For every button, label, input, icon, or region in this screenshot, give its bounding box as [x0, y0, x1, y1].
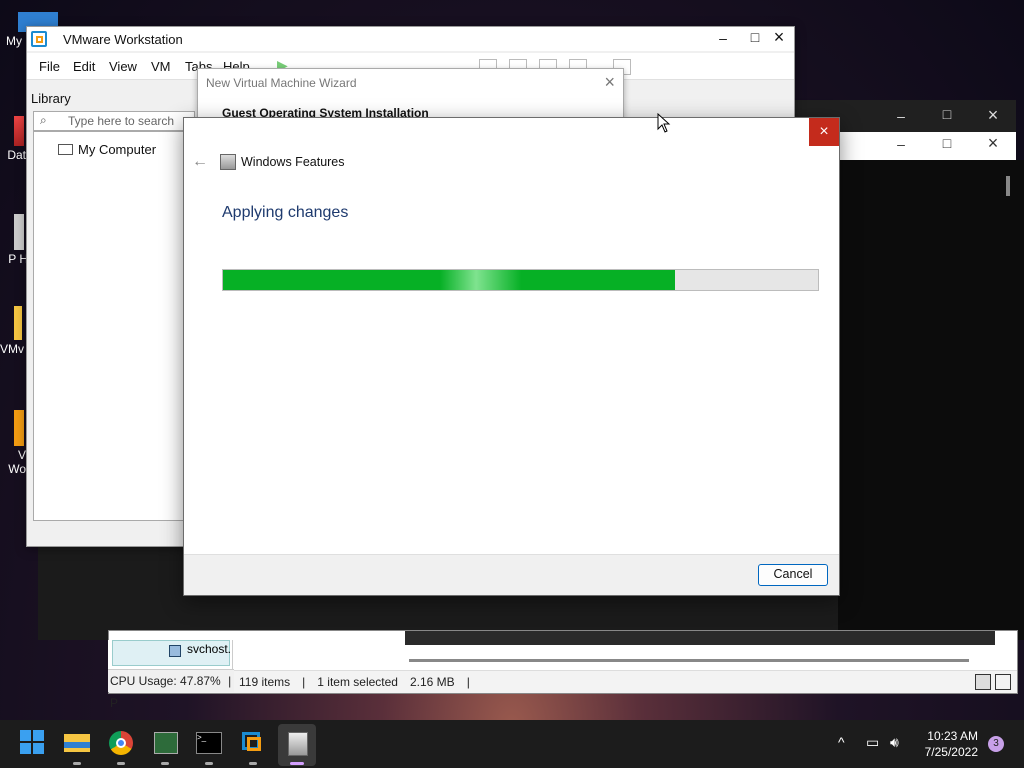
clock-time: 10:23 AM: [927, 729, 978, 743]
close-icon[interactable]: ×: [604, 72, 615, 93]
clock[interactable]: 10:23 AM 7/25/2022: [925, 728, 978, 760]
close-icon[interactable]: ×: [767, 27, 791, 48]
task-manager-window: svchost. CPU Usage: 47.87% | P: [108, 640, 234, 710]
network-icon[interactable]: ▭: [866, 734, 879, 751]
library-header: Library: [31, 91, 71, 106]
explorer-list-row[interactable]: [405, 631, 995, 645]
cpu-usage: CPU Usage: 47.87% | P: [108, 669, 234, 710]
notification-badge[interactable]: 3: [988, 736, 1004, 752]
windows-features-dialog: × ← Windows Features Applying changes Ca…: [183, 117, 840, 596]
menu-file[interactable]: File: [39, 59, 60, 74]
cancel-button[interactable]: Cancel: [758, 564, 828, 586]
computer-icon: [58, 144, 73, 155]
volume-icon[interactable]: 🔊︎: [890, 734, 899, 751]
taskbar: >_ ^ ▭ 🔊︎ 10:23 AM 7/25/2022 3: [0, 720, 1024, 768]
task-manager-icon[interactable]: [152, 730, 178, 765]
dialog-title: Windows Features: [241, 155, 345, 169]
status-divider: |: [302, 675, 306, 689]
explorer-status-bar: 119 items | 1 item selected 2.16 MB |: [109, 670, 1017, 693]
file-explorer-window: 119 items | 1 item selected 2.16 MB |: [108, 630, 1018, 694]
library-tree: My Computer: [33, 131, 195, 521]
terminal-content[interactable]: [838, 160, 1024, 640]
clock-date: 7/25/2022: [924, 745, 978, 759]
task-manager-extra: P: [110, 696, 119, 710]
chrome-icon[interactable]: [108, 730, 134, 765]
close-icon[interactable]: ×: [970, 133, 1016, 154]
data-icon: [14, 116, 24, 146]
vmware-icon[interactable]: [240, 730, 266, 765]
dialog-footer: Cancel: [184, 554, 839, 595]
secondary-titlebar: – □ ×: [838, 132, 1016, 160]
file-explorer-icon[interactable]: [64, 730, 90, 765]
progress-bar-fill: [223, 270, 676, 290]
shortcut-icon: [14, 214, 24, 250]
vmware-title: VMware Workstation: [63, 32, 183, 47]
maximize-icon[interactable]: □: [743, 29, 767, 45]
tree-item-my-computer[interactable]: My Computer: [78, 142, 156, 157]
explorer-scrollbar[interactable]: [409, 659, 969, 662]
wizard-title: New Virtual Machine Wizard: [206, 76, 357, 90]
mouse-cursor-icon: [657, 113, 671, 133]
folder-icon: [14, 306, 22, 340]
search-placeholder: Type here to search: [68, 114, 175, 128]
desktop-icon-label: VMv: [0, 342, 24, 356]
chevron-up-icon[interactable]: ^: [838, 734, 845, 750]
vmware-icon: [14, 410, 24, 446]
status-selected: 1 item selected: [317, 675, 398, 689]
tiles-view-icon[interactable]: [995, 674, 1011, 690]
status-divider: |: [466, 675, 470, 689]
terminal-icon[interactable]: >_: [196, 730, 222, 765]
scrollbar[interactable]: [1006, 176, 1010, 196]
vmware-titlebar: VMware Workstation – □ ×: [27, 27, 794, 51]
status-size: 2.16 MB: [409, 675, 455, 689]
minimize-icon[interactable]: –: [711, 30, 735, 46]
close-button[interactable]: ×: [809, 118, 839, 146]
search-icon: ⌕: [40, 113, 47, 127]
desktop-icon-label: V Wo: [8, 448, 26, 476]
windows-features-taskbar-icon[interactable]: [278, 724, 316, 766]
cpu-divider: |: [228, 674, 232, 688]
status-item-count: 119 items: [239, 675, 291, 689]
windows-features-icon: [220, 154, 236, 170]
start-icon[interactable]: [20, 730, 46, 756]
menu-vm[interactable]: VM: [151, 59, 171, 74]
minimize-icon[interactable]: –: [878, 108, 924, 124]
minimize-icon[interactable]: –: [878, 136, 924, 152]
vmware-logo-icon: [31, 31, 47, 47]
menu-edit[interactable]: Edit: [73, 59, 95, 74]
process-icon: [169, 645, 181, 657]
maximize-icon[interactable]: □: [924, 135, 970, 151]
close-icon[interactable]: ×: [970, 105, 1016, 126]
details-view-icon[interactable]: [975, 674, 991, 690]
desktop-icon-label: P H: [8, 252, 28, 266]
progress-bar: [222, 269, 819, 291]
process-name: svchost.: [187, 642, 232, 656]
cpu-usage-label: CPU Usage: 47.87%: [110, 674, 221, 688]
menu-view[interactable]: View: [109, 59, 137, 74]
status-heading: Applying changes: [222, 204, 349, 221]
maximize-icon[interactable]: □: [924, 106, 970, 122]
process-row[interactable]: svchost.: [112, 640, 232, 666]
library-search-input[interactable]: ⌕ Type here to search: [33, 111, 195, 131]
back-arrow-icon[interactable]: ←: [192, 153, 208, 171]
